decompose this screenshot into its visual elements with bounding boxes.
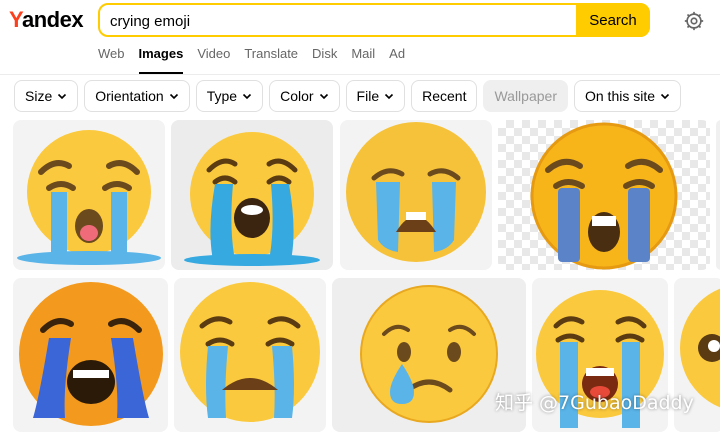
filter-type[interactable]: Type xyxy=(195,80,264,112)
filter-orientation-label: Orientation xyxy=(95,88,164,104)
filter-file[interactable]: File xyxy=(345,80,406,112)
filter-size[interactable]: Size xyxy=(14,80,79,112)
filter-on-this-site-label: On this site xyxy=(584,88,656,104)
chevron-down-icon xyxy=(385,93,394,100)
image-result[interactable] xyxy=(13,278,168,432)
tab-disk[interactable]: Disk xyxy=(312,46,337,74)
chevron-down-icon xyxy=(58,93,67,100)
search-input[interactable] xyxy=(108,9,572,33)
image-result[interactable] xyxy=(13,120,165,270)
filter-recent[interactable]: Recent xyxy=(411,80,478,112)
filter-size-label: Size xyxy=(25,88,53,104)
filter-type-label: Type xyxy=(206,88,238,104)
image-result[interactable] xyxy=(171,120,333,270)
crying-emoji-image xyxy=(19,282,163,426)
filter-file-label: File xyxy=(356,88,380,104)
filter-orientation[interactable]: Orientation xyxy=(84,80,190,112)
tab-translate[interactable]: Translate xyxy=(244,46,298,74)
tab-ad[interactable]: Ad xyxy=(389,46,405,74)
image-result[interactable] xyxy=(716,120,720,270)
chevron-down-icon xyxy=(169,93,178,100)
crying-emoji-image xyxy=(17,130,161,265)
watermark-text: 知乎 @7GubaoDaddy xyxy=(495,392,694,414)
tab-images[interactable]: Images xyxy=(138,46,183,74)
filter-wallpaper[interactable]: Wallpaper xyxy=(483,80,568,112)
filter-color[interactable]: Color xyxy=(269,80,340,112)
search-box: Search xyxy=(98,3,650,37)
crying-emoji-image xyxy=(530,122,678,270)
chevron-down-icon xyxy=(660,93,670,100)
camera-search-icon[interactable] xyxy=(683,10,705,32)
filter-bar: Size Orientation Type Color File Recent … xyxy=(14,80,687,112)
crying-emoji-image xyxy=(180,282,320,422)
crying-emoji-image xyxy=(184,132,320,266)
image-result[interactable] xyxy=(498,120,710,270)
chevron-down-icon xyxy=(243,93,252,100)
image-result[interactable] xyxy=(340,120,492,270)
filter-wallpaper-label: Wallpaper xyxy=(494,88,557,104)
search-button[interactable]: Search xyxy=(576,3,650,37)
image-result[interactable] xyxy=(174,278,326,432)
filter-on-this-site[interactable]: On this site xyxy=(573,80,682,112)
chevron-down-icon xyxy=(319,93,328,100)
filter-recent-label: Recent xyxy=(422,88,467,104)
tab-web[interactable]: Web xyxy=(98,46,125,74)
crying-emoji-image xyxy=(346,122,486,262)
search-tabs: Web Images Video Translate Disk Mail Ad xyxy=(98,46,419,74)
tab-mail[interactable]: Mail xyxy=(351,46,375,74)
tab-video[interactable]: Video xyxy=(197,46,230,74)
filter-color-label: Color xyxy=(280,88,314,104)
header: Yandex Search Web Images Video Translate… xyxy=(0,0,720,75)
yandex-logo[interactable]: Yandex xyxy=(9,7,84,33)
